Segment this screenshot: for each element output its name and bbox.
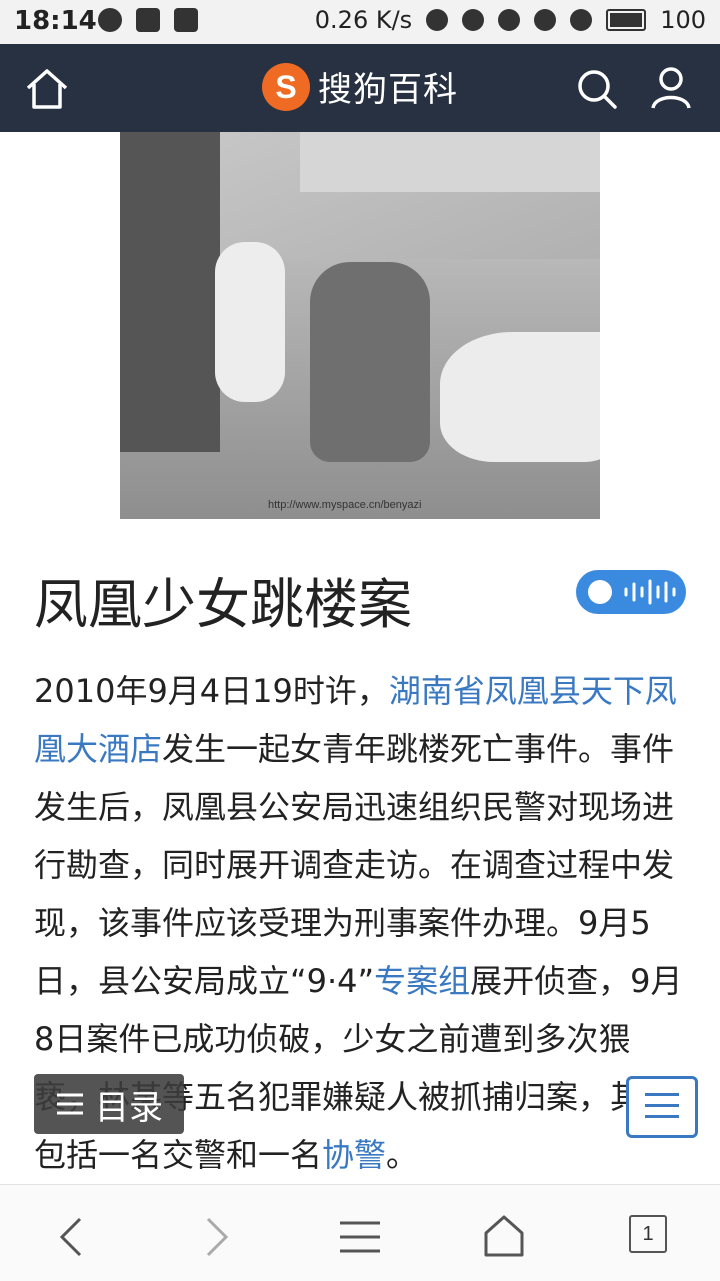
- body-text: 。: [386, 1136, 419, 1174]
- toc-label: 目录: [95, 1087, 163, 1128]
- gallery-icon: [136, 8, 160, 32]
- battery-icon: [606, 9, 647, 31]
- image-watermark: http://www.myspace.cn/benyazi: [268, 499, 422, 511]
- status-bar: 18:14 0.26 K/s 100: [0, 0, 720, 44]
- article-title: 凤凰少女跳楼案: [34, 573, 412, 636]
- link-auxiliary-police[interactable]: 协警: [322, 1136, 386, 1174]
- menu-icon[interactable]: [330, 1207, 390, 1267]
- person-bending: [215, 242, 285, 402]
- tab-count-button[interactable]: 1: [629, 1215, 667, 1253]
- audio-play-button[interactable]: [576, 570, 686, 614]
- brand-name: 搜狗百科: [318, 70, 458, 110]
- mute-icon: [462, 9, 485, 31]
- link-task-force[interactable]: 专案组: [374, 962, 470, 1000]
- status-time: 18:14: [14, 6, 97, 36]
- alarm-icon: [498, 9, 521, 31]
- wechat-icon: [98, 8, 122, 32]
- sogou-logo-icon: [262, 62, 310, 111]
- floating-menu-button[interactable]: [626, 1076, 698, 1138]
- wifi-icon: [534, 9, 557, 31]
- bottom-nav: 1: [0, 1184, 720, 1281]
- home-icon[interactable]: [24, 66, 70, 112]
- forward-icon[interactable]: [186, 1207, 246, 1267]
- body-text: 发生一起女青年跳楼死亡事件。事件发生后，凤凰县公安局迅速组织民警对现场进行勘查，…: [34, 730, 675, 1000]
- article-image[interactable]: http://www.myspace.cn/benyazi: [120, 132, 600, 519]
- network-speed: 0.26 K/s: [314, 6, 413, 34]
- calendar-icon: [174, 8, 198, 32]
- search-icon[interactable]: [576, 68, 618, 110]
- menu-icon: [645, 1093, 679, 1096]
- soundwave-icon: [624, 579, 676, 605]
- brand[interactable]: 搜狗百科: [262, 62, 458, 111]
- person-squatting: [310, 262, 430, 462]
- person-standing: [120, 132, 220, 452]
- app-header: 搜狗百科: [0, 44, 720, 132]
- home-icon[interactable]: [474, 1207, 534, 1267]
- user-icon[interactable]: [650, 66, 692, 110]
- speaker-icon: [588, 580, 612, 604]
- body-text: 2010年9月4日19时许，: [34, 672, 389, 710]
- headset-icon: [426, 9, 449, 31]
- back-icon[interactable]: [42, 1207, 102, 1267]
- toc-button[interactable]: 目录: [34, 1074, 184, 1134]
- battery-level: 100: [660, 6, 706, 34]
- signal-icon: [570, 9, 593, 31]
- list-icon: [57, 1093, 83, 1115]
- white-sheet: [440, 332, 600, 462]
